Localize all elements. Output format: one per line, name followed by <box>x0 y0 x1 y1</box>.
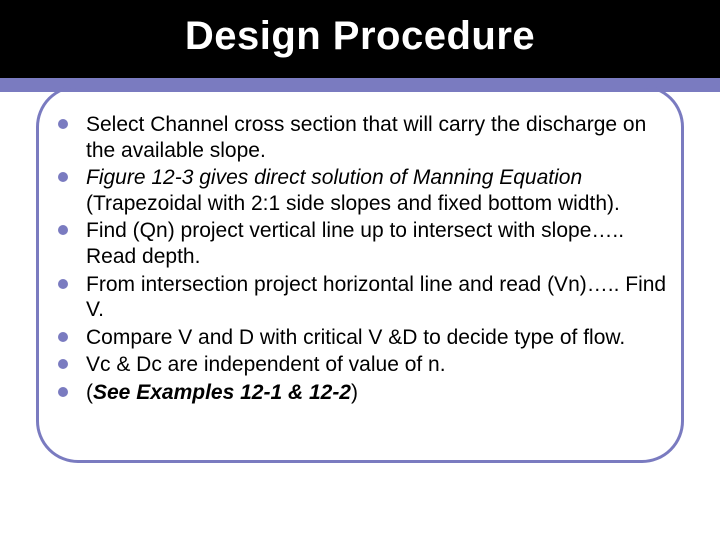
bullet-icon <box>58 119 68 129</box>
list-item-text: (Trapezoidal with 2:1 side slopes and fi… <box>86 192 620 215</box>
list-item-text: Figure 12-3 gives direct solution of Man… <box>86 166 582 189</box>
list-item: From intersection project horizontal lin… <box>52 272 672 323</box>
list-item: (See Examples 12-1 & 12-2) <box>52 380 672 406</box>
list-item: Vc & Dc are independent of value of n. <box>52 352 672 378</box>
bullet-icon <box>58 172 68 182</box>
list-item: Select Channel cross section that will c… <box>52 112 672 163</box>
list-item-text: Vc & Dc are independent of value of n. <box>86 353 446 376</box>
content-area: Select Channel cross section that will c… <box>52 112 672 408</box>
bullet-icon <box>58 225 68 235</box>
bullet-icon <box>58 332 68 342</box>
bullet-list: Select Channel cross section that will c… <box>52 112 672 406</box>
bullet-icon <box>58 359 68 369</box>
list-item-text: ( <box>86 381 93 404</box>
page-title: Design Procedure <box>0 14 720 59</box>
list-item-text: See Examples 12-1 & 12-2 <box>93 381 351 404</box>
bullet-icon <box>58 387 68 397</box>
list-item: Find (Qn) project vertical line up to in… <box>52 218 672 269</box>
list-item: Figure 12-3 gives direct solution of Man… <box>52 165 672 216</box>
list-item-text: Select Channel cross section that will c… <box>86 113 646 162</box>
list-item-text: Find (Qn) project vertical line up to in… <box>86 219 624 268</box>
bullet-icon <box>58 279 68 289</box>
list-item-text: From intersection project horizontal lin… <box>86 273 666 322</box>
list-item-text: ) <box>351 381 358 404</box>
slide: Design Procedure Select Channel cross se… <box>0 0 720 540</box>
list-item: Compare V and D with critical V &D to de… <box>52 325 672 351</box>
list-item-text: Compare V and D with critical V &D to de… <box>86 326 625 349</box>
